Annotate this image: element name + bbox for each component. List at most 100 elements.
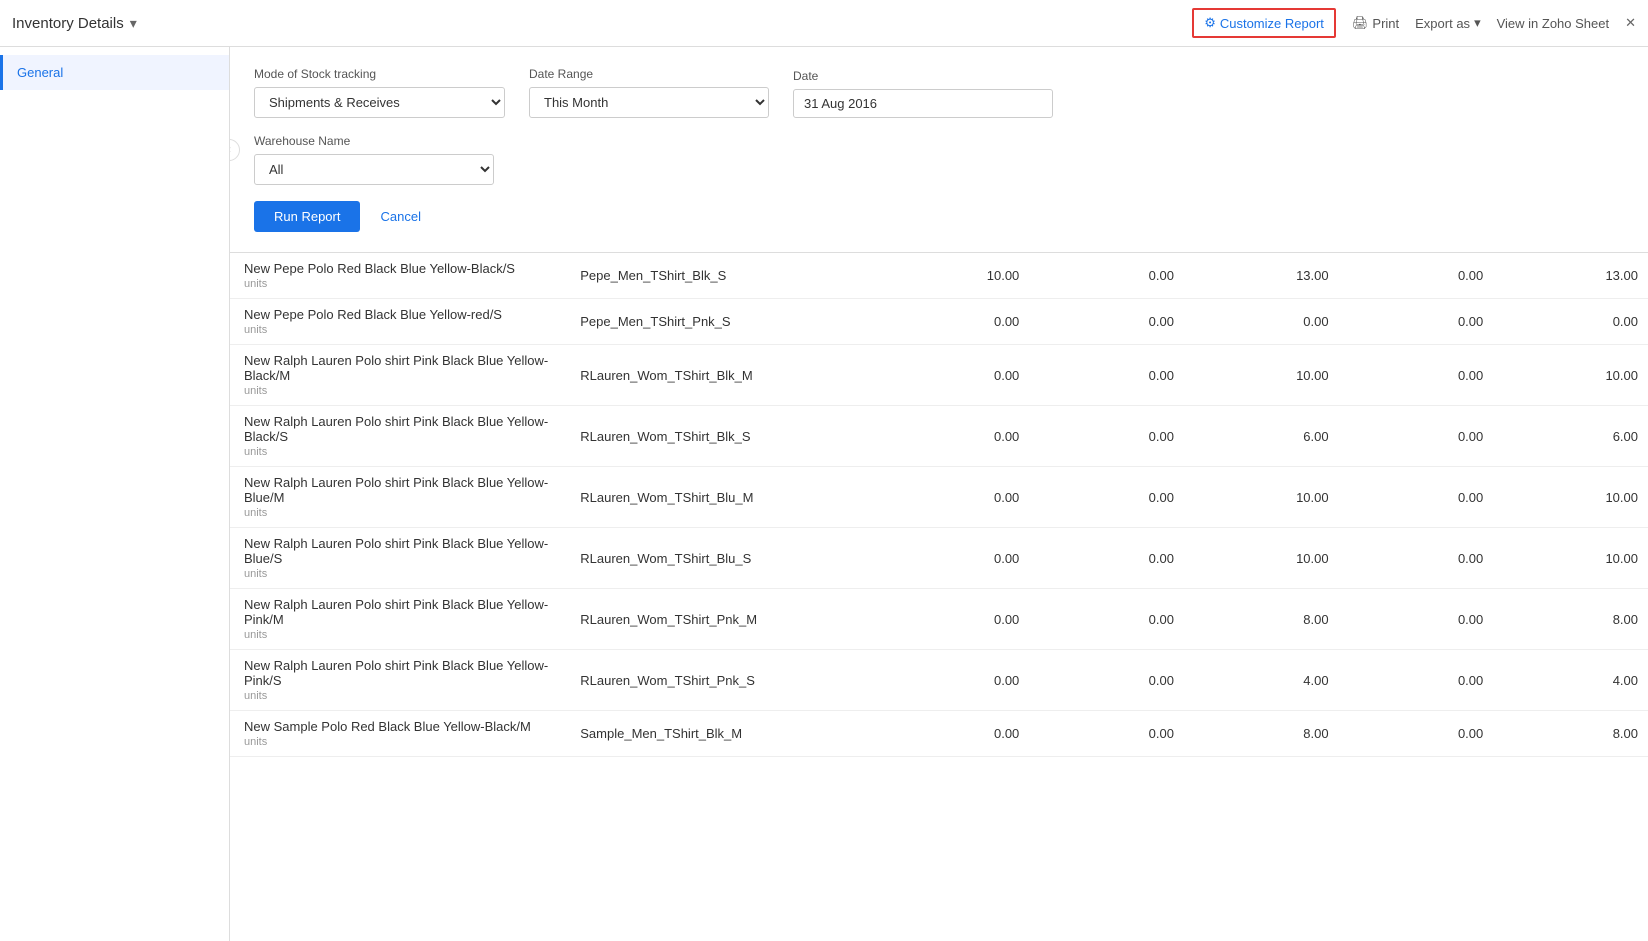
content-area: ‹ Mode of Stock tracking Shipments & Rec…: [230, 47, 1648, 941]
date-input[interactable]: [793, 89, 1053, 118]
table-row: New Ralph Lauren Polo shirt Pink Black B…: [230, 650, 1648, 711]
table-row: New Ralph Lauren Polo shirt Pink Black B…: [230, 406, 1648, 467]
table-row: New Ralph Lauren Polo shirt Pink Black B…: [230, 467, 1648, 528]
item-name-cell: New Ralph Lauren Polo shirt Pink Black B…: [230, 467, 570, 528]
table-row: New Pepe Polo Red Black Blue Yellow-Blac…: [230, 253, 1648, 299]
sidebar-item-general[interactable]: General: [0, 55, 229, 90]
header-left: Inventory Details: [12, 15, 137, 32]
table-row: New Sample Polo Red Black Blue Yellow-Bl…: [230, 711, 1648, 757]
page-title: Inventory Details: [12, 15, 124, 32]
item-name-cell: New Sample Polo Red Black Blue Yellow-Bl…: [230, 711, 570, 757]
item-col2: 0.00: [1029, 467, 1184, 528]
run-report-button[interactable]: Run Report: [254, 201, 360, 232]
item-col5: 8.00: [1493, 711, 1648, 757]
item-col3: 6.00: [1184, 406, 1339, 467]
item-name-cell: New Ralph Lauren Polo shirt Pink Black B…: [230, 345, 570, 406]
table-area: New Pepe Polo Red Black Blue Yellow-Blac…: [230, 253, 1648, 757]
item-col3: 10.00: [1184, 467, 1339, 528]
item-unit: units: [230, 568, 570, 588]
item-col4: 0.00: [1339, 467, 1494, 528]
stock-tracking-select[interactable]: Shipments & Receives Sales Orders & Purc…: [254, 87, 505, 118]
item-name: New Pepe Polo Red Black Blue Yellow-Blac…: [230, 253, 570, 278]
item-sku: RLauren_Wom_TShirt_Pnk_S: [570, 650, 874, 711]
date-range-group: Date Range This Month Last Month This Qu…: [529, 67, 769, 118]
item-unit: units: [230, 278, 570, 298]
item-col3: 8.00: [1184, 589, 1339, 650]
item-col2: 0.00: [1029, 528, 1184, 589]
cancel-button[interactable]: Cancel: [370, 201, 430, 232]
chevron-down-icon: ▾: [1474, 15, 1481, 31]
item-col2: 0.00: [1029, 345, 1184, 406]
item-col4: 0.00: [1339, 406, 1494, 467]
item-col1: 0.00: [875, 467, 1030, 528]
item-name-cell: New Pepe Polo Red Black Blue Yellow-red/…: [230, 299, 570, 345]
item-col5: 10.00: [1493, 345, 1648, 406]
item-col3: 8.00: [1184, 711, 1339, 757]
item-sku: RLauren_Wom_TShirt_Blk_S: [570, 406, 874, 467]
item-name: New Ralph Lauren Polo shirt Pink Black B…: [230, 650, 570, 690]
item-sku: RLauren_Wom_TShirt_Blu_M: [570, 467, 874, 528]
sidebar: General: [0, 47, 230, 941]
item-col4: 0.00: [1339, 711, 1494, 757]
export-button[interactable]: Export as ▾: [1415, 15, 1480, 31]
item-name: New Pepe Polo Red Black Blue Yellow-red/…: [230, 299, 570, 324]
item-col2: 0.00: [1029, 711, 1184, 757]
item-col2: 0.00: [1029, 253, 1184, 299]
filter-row-2: Warehouse Name All: [254, 134, 1624, 185]
warehouse-label: Warehouse Name: [254, 134, 494, 148]
collapse-button[interactable]: ‹: [230, 139, 240, 161]
item-col2: 0.00: [1029, 299, 1184, 345]
item-name-cell: New Ralph Lauren Polo shirt Pink Black B…: [230, 406, 570, 467]
item-sku: RLauren_Wom_TShirt_Pnk_M: [570, 589, 874, 650]
date-range-select[interactable]: This Month Last Month This Quarter Custo…: [529, 87, 769, 118]
item-col1: 0.00: [875, 345, 1030, 406]
item-col5: 8.00: [1493, 589, 1648, 650]
item-col4: 0.00: [1339, 528, 1494, 589]
item-unit: units: [230, 385, 570, 405]
item-name: New Ralph Lauren Polo shirt Pink Black B…: [230, 589, 570, 629]
customize-report-button[interactable]: ⚙ Customize Report: [1192, 8, 1336, 38]
gear-icon: ⚙: [1204, 15, 1216, 31]
item-col5: 0.00: [1493, 299, 1648, 345]
item-col1: 0.00: [875, 299, 1030, 345]
table-row: New Ralph Lauren Polo shirt Pink Black B…: [230, 345, 1648, 406]
zoho-sheet-button[interactable]: View in Zoho Sheet: [1497, 16, 1610, 31]
item-name-cell: New Ralph Lauren Polo shirt Pink Black B…: [230, 589, 570, 650]
print-icon: 🖨: [1352, 15, 1369, 31]
item-sku: RLauren_Wom_TShirt_Blk_M: [570, 345, 874, 406]
warehouse-select[interactable]: All: [254, 154, 494, 185]
item-sku: RLauren_Wom_TShirt_Blu_S: [570, 528, 874, 589]
action-row: Run Report Cancel: [254, 201, 1624, 232]
item-col3: 4.00: [1184, 650, 1339, 711]
item-sku: Pepe_Men_TShirt_Pnk_S: [570, 299, 874, 345]
collapse-icon[interactable]: ✕: [1625, 15, 1636, 31]
item-col4: 0.00: [1339, 253, 1494, 299]
item-unit: units: [230, 324, 570, 344]
item-sku: Pepe_Men_TShirt_Blk_S: [570, 253, 874, 299]
print-button[interactable]: 🖨 Print: [1352, 15, 1399, 31]
item-name-cell: New Pepe Polo Red Black Blue Yellow-Blac…: [230, 253, 570, 299]
item-col2: 0.00: [1029, 589, 1184, 650]
item-name: New Sample Polo Red Black Blue Yellow-Bl…: [230, 711, 570, 736]
app-header: Inventory Details ⚙ Customize Report 🖨 P…: [0, 0, 1648, 47]
item-col5: 4.00: [1493, 650, 1648, 711]
item-sku: Sample_Men_TShirt_Blk_M: [570, 711, 874, 757]
item-col3: 0.00: [1184, 299, 1339, 345]
item-col3: 10.00: [1184, 528, 1339, 589]
header-right: ⚙ Customize Report 🖨 Print Export as ▾ V…: [1192, 8, 1636, 38]
warehouse-group: Warehouse Name All: [254, 134, 494, 185]
item-name: New Ralph Lauren Polo shirt Pink Black B…: [230, 406, 570, 446]
inventory-table: New Pepe Polo Red Black Blue Yellow-Blac…: [230, 253, 1648, 757]
item-unit: units: [230, 629, 570, 649]
item-name: New Ralph Lauren Polo shirt Pink Black B…: [230, 467, 570, 507]
item-col4: 0.00: [1339, 589, 1494, 650]
item-name: New Ralph Lauren Polo shirt Pink Black B…: [230, 345, 570, 385]
date-range-label: Date Range: [529, 67, 769, 81]
item-unit: units: [230, 736, 570, 756]
filter-panel: ‹ Mode of Stock tracking Shipments & Rec…: [230, 47, 1648, 253]
item-name-cell: New Ralph Lauren Polo shirt Pink Black B…: [230, 528, 570, 589]
stock-tracking-group: Mode of Stock tracking Shipments & Recei…: [254, 67, 505, 118]
item-name-cell: New Ralph Lauren Polo shirt Pink Black B…: [230, 650, 570, 711]
item-col3: 13.00: [1184, 253, 1339, 299]
chevron-down-icon[interactable]: [130, 15, 137, 32]
